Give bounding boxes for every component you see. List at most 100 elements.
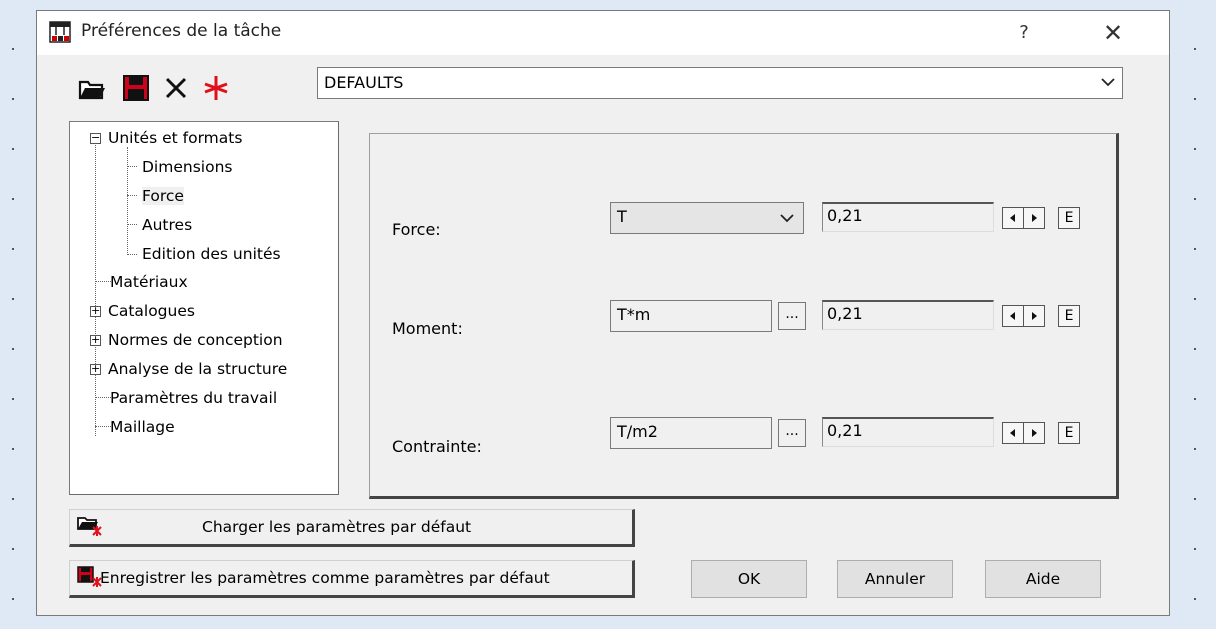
background-dot bbox=[12, 448, 14, 450]
preferences-dialog: Préférences de la tâche ? ✕ DEFAULTS − U… bbox=[36, 10, 1170, 616]
moment-unit-field[interactable]: T*m bbox=[610, 300, 772, 332]
units-panel: Force: T 0,21 E Moment: T*m ... 0,21 E C… bbox=[369, 133, 1119, 499]
tree-item-design-codes[interactable]: Normes de conception bbox=[108, 331, 283, 349]
profile-select-value: DEFAULTS bbox=[324, 73, 404, 92]
moment-increase-button[interactable] bbox=[1023, 305, 1045, 327]
background-dot bbox=[12, 48, 14, 50]
stress-unit-field[interactable]: T/m2 bbox=[610, 417, 772, 449]
profile-select[interactable]: DEFAULTS bbox=[317, 67, 1123, 99]
help-title-button[interactable]: ? bbox=[1009, 17, 1039, 49]
stress-increase-button[interactable] bbox=[1023, 422, 1045, 444]
arrow-right-icon bbox=[1032, 312, 1037, 320]
force-decrease-button[interactable] bbox=[1002, 207, 1024, 229]
background-dot bbox=[1194, 48, 1196, 50]
moment-precision-field[interactable]: 0,21 bbox=[822, 300, 994, 330]
background-dot bbox=[12, 598, 14, 600]
force-precision-field[interactable]: 0,21 bbox=[822, 202, 994, 232]
delete-icon[interactable] bbox=[161, 73, 191, 103]
background-dot bbox=[12, 498, 14, 500]
background-dot bbox=[12, 348, 14, 350]
expand-icon[interactable]: + bbox=[90, 334, 101, 346]
save-defaults-button[interactable]: Enregistrer les paramètres comme paramèt… bbox=[69, 560, 635, 598]
close-button[interactable]: ✕ bbox=[1095, 17, 1131, 49]
stress-unit-value: T/m2 bbox=[617, 422, 658, 441]
background-dot bbox=[1194, 198, 1196, 200]
tree-item-autres[interactable]: Autres bbox=[142, 216, 192, 234]
background-dot bbox=[1194, 598, 1196, 600]
load-folder-icon bbox=[77, 517, 102, 536]
moment-precision-value: 0,21 bbox=[827, 304, 863, 323]
background-dot bbox=[1194, 348, 1196, 350]
moment-unit-value: T*m bbox=[617, 305, 651, 324]
force-exponent-button[interactable]: E bbox=[1058, 207, 1080, 229]
background-dot bbox=[12, 248, 14, 250]
background-dot bbox=[1194, 548, 1196, 550]
arrow-left-icon bbox=[1010, 312, 1015, 320]
tree-item-dimensions[interactable]: Dimensions bbox=[142, 158, 232, 176]
collapse-icon[interactable]: − bbox=[90, 132, 101, 144]
load-defaults-button[interactable]: Charger les paramètres par défaut bbox=[69, 509, 635, 547]
tree-connector bbox=[95, 397, 111, 398]
background-dot bbox=[12, 98, 14, 100]
background-dot bbox=[12, 548, 14, 550]
open-folder-icon[interactable] bbox=[77, 73, 107, 103]
tree-connector bbox=[95, 140, 96, 436]
tree-item-materials[interactable]: Matériaux bbox=[110, 273, 188, 291]
tree-connector bbox=[127, 147, 128, 255]
arrow-left-icon bbox=[1010, 429, 1015, 437]
background-dot bbox=[1194, 248, 1196, 250]
moment-browse-button[interactable]: ... bbox=[778, 302, 806, 330]
app-icon bbox=[49, 21, 71, 43]
save-defaults-label: Enregistrer les paramètres comme paramèt… bbox=[100, 569, 550, 587]
tree-connector bbox=[95, 426, 111, 427]
tree-connector bbox=[127, 166, 137, 167]
moment-exponent-button[interactable]: E bbox=[1058, 305, 1080, 327]
tree-item-job-parameters[interactable]: Paramètres du travail bbox=[110, 389, 277, 407]
stress-decrease-button[interactable] bbox=[1002, 422, 1024, 444]
tree-item-meshing[interactable]: Maillage bbox=[110, 418, 175, 436]
save-icon[interactable] bbox=[121, 73, 151, 103]
tree-item-catalogues[interactable]: Catalogues bbox=[108, 302, 195, 320]
arrow-right-icon bbox=[1032, 429, 1037, 437]
background-dot bbox=[1194, 148, 1196, 150]
tree-item-unit-editing[interactable]: Edition des unités bbox=[142, 245, 281, 263]
help-button[interactable]: Aide bbox=[985, 560, 1101, 598]
stress-browse-button[interactable]: ... bbox=[778, 419, 806, 447]
force-increase-button[interactable] bbox=[1023, 207, 1045, 229]
force-precision-value: 0,21 bbox=[827, 206, 863, 225]
background-dot bbox=[1194, 498, 1196, 500]
new-star-icon[interactable] bbox=[201, 73, 231, 103]
expand-icon[interactable]: + bbox=[90, 305, 101, 317]
save-defaults-icon bbox=[77, 566, 102, 587]
background-dot bbox=[1194, 98, 1196, 100]
ok-button[interactable]: OK bbox=[691, 560, 807, 598]
force-unit-select[interactable]: T bbox=[610, 202, 804, 234]
cancel-button[interactable]: Annuler bbox=[837, 560, 953, 598]
tree-connector bbox=[127, 195, 137, 196]
title-bar: Préférences de la tâche ? ✕ bbox=[37, 11, 1169, 55]
tree-connector bbox=[127, 254, 137, 255]
stress-exponent-button[interactable]: E bbox=[1058, 422, 1080, 444]
tree-item-units-formats[interactable]: Unités et formats bbox=[108, 129, 242, 147]
background-dot bbox=[12, 148, 14, 150]
tree-item-structure-analysis[interactable]: Analyse de la structure bbox=[108, 360, 287, 378]
chevron-down-icon bbox=[780, 214, 794, 223]
settings-tree: − Unités et formats Dimensions Force Aut… bbox=[69, 121, 339, 495]
dialog-title: Préférences de la tâche bbox=[81, 21, 282, 41]
tree-connector bbox=[127, 224, 137, 225]
stress-precision-field[interactable]: 0,21 bbox=[822, 417, 994, 447]
tree-connector bbox=[95, 281, 111, 282]
background-dot bbox=[12, 198, 14, 200]
background-dot bbox=[1194, 298, 1196, 300]
moment-decrease-button[interactable] bbox=[1002, 305, 1024, 327]
force-label: Force: bbox=[392, 220, 441, 239]
background-dot bbox=[1194, 448, 1196, 450]
arrow-right-icon bbox=[1032, 214, 1037, 222]
force-unit-value: T bbox=[617, 207, 627, 226]
expand-icon[interactable]: + bbox=[90, 363, 101, 375]
chevron-down-icon bbox=[1101, 78, 1115, 87]
arrow-left-icon bbox=[1010, 214, 1015, 222]
moment-label: Moment: bbox=[392, 319, 463, 338]
background-dot bbox=[12, 298, 14, 300]
tree-item-force[interactable]: Force bbox=[142, 187, 184, 205]
